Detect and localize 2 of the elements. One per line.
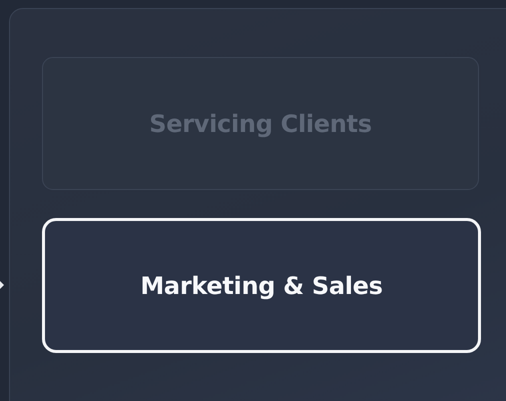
option-button[interactable]: Marketing & Sales <box>42 218 481 353</box>
connector-tip-icon <box>0 281 4 289</box>
